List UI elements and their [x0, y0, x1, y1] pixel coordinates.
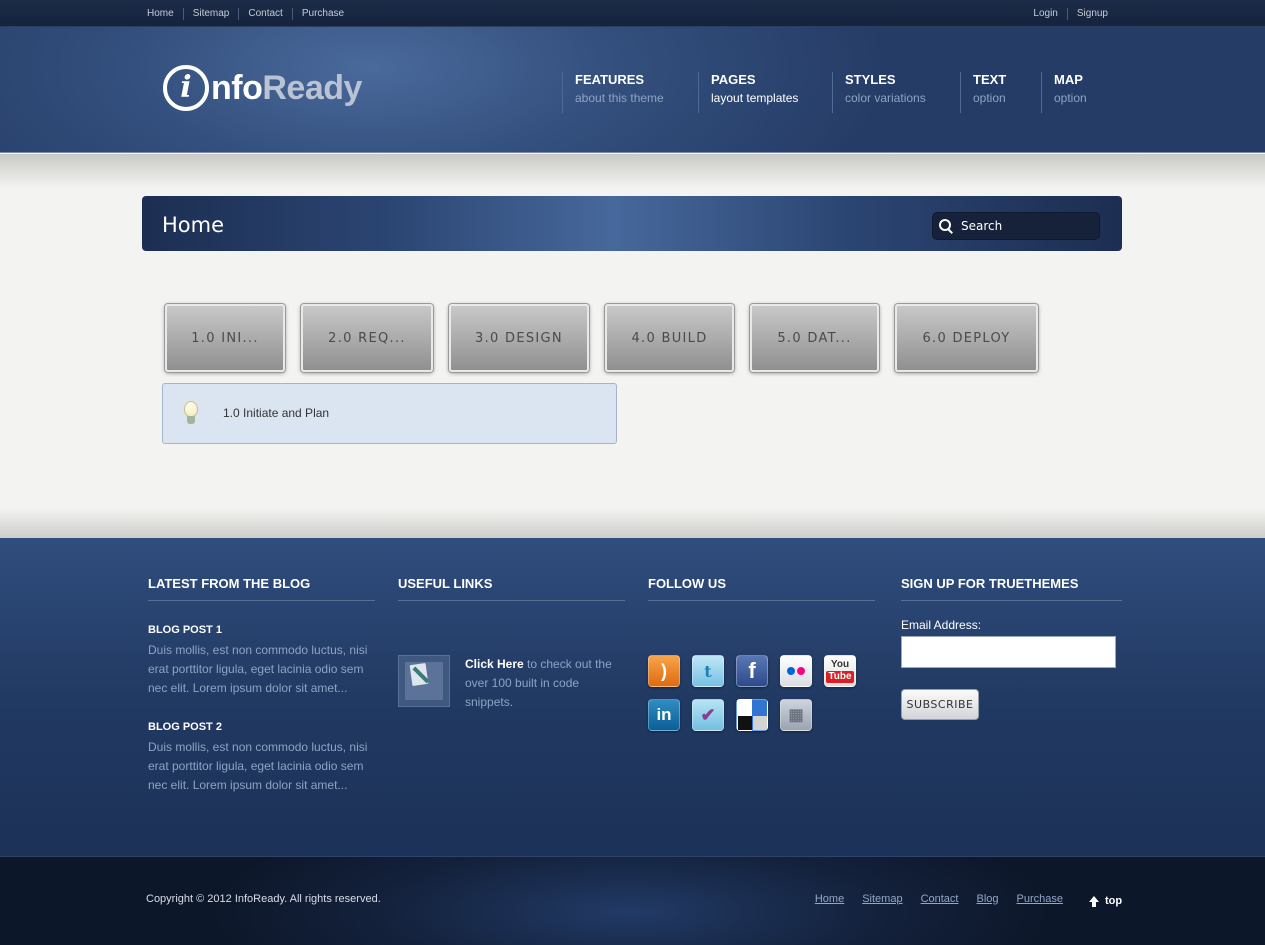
- blog-column: LATEST FROM THE BLOG BLOG POST 1 Duis mo…: [148, 576, 375, 795]
- nav-item-map[interactable]: MAP option: [1041, 72, 1111, 113]
- nav-item-text[interactable]: TEXT option: [960, 72, 1041, 113]
- signup-column: SIGN UP FOR TRUETHEMES Email Address: SU…: [901, 576, 1122, 720]
- rss-icon[interactable]: ): [648, 655, 680, 687]
- page-title: Home: [162, 213, 225, 237]
- subscribe-button[interactable]: SUBSCRIBE: [901, 689, 979, 720]
- signup-heading: SIGN UP FOR TRUETHEMES: [901, 576, 1122, 601]
- search-input[interactable]: [961, 215, 1091, 237]
- youtube-icon[interactable]: You Tube: [824, 655, 856, 687]
- nav-title: FEATURES: [575, 72, 645, 87]
- logo-text: nfoReady: [211, 69, 362, 108]
- tab-content-panel: 1.0 Initiate and Plan: [162, 383, 617, 444]
- nav-subtitle: layout templates: [711, 91, 799, 105]
- foursquare-icon[interactable]: ✔: [692, 699, 724, 731]
- email-label: Email Address:: [901, 618, 982, 632]
- page-title-bar: Home: [142, 196, 1122, 251]
- click-here-link[interactable]: Click Here: [465, 657, 524, 671]
- logo-text-part1: nfo: [211, 68, 263, 107]
- nav-title: PAGES: [711, 72, 756, 87]
- tab-data[interactable]: 5.0 DAT...: [750, 304, 879, 372]
- arrow-up-icon: [1089, 895, 1099, 907]
- bottom-link-blog[interactable]: Blog: [976, 893, 998, 905]
- content-bottom-shade: [0, 508, 1265, 538]
- follow-us-heading: FOLLOW US: [648, 576, 875, 601]
- blog-post-excerpt: Duis mollis, est non commodo luctus, nis…: [148, 643, 368, 695]
- nav-item-styles[interactable]: STYLES color variations: [832, 72, 960, 113]
- bottom-links: Home Sitemap Contact Blog Purchase: [797, 893, 1063, 905]
- logo-text-part2: Ready: [262, 68, 362, 107]
- nav-item-features[interactable]: FEATURES about this theme: [562, 72, 698, 113]
- top-link-purchase[interactable]: Purchase: [291, 7, 353, 20]
- bottom-bar: Copyright © 2012 InfoReady. All rights r…: [0, 856, 1265, 945]
- tab-requirements[interactable]: 2.0 REQ...: [301, 304, 433, 372]
- linkedin-icon[interactable]: in: [648, 699, 680, 731]
- bottom-link-purchase[interactable]: Purchase: [1017, 893, 1063, 905]
- facebook-icon[interactable]: f: [736, 655, 768, 687]
- content-top-shade: [0, 154, 1265, 188]
- flickr-icon[interactable]: [780, 655, 812, 687]
- top-utility-bar: Home Sitemap Contact Purchase Login Sign…: [0, 0, 1265, 27]
- back-to-top-link[interactable]: top: [1089, 895, 1122, 907]
- twitter-icon[interactable]: t: [692, 655, 724, 687]
- nav-title: MAP: [1054, 72, 1083, 87]
- back-to-top-label: top: [1105, 895, 1123, 907]
- main-navigation: FEATURES about this theme PAGES layout t…: [562, 72, 1111, 113]
- delicious-icon[interactable]: [736, 699, 768, 731]
- signup-link[interactable]: Signup: [1066, 7, 1108, 20]
- top-right-links: Login Signup: [1033, 0, 1108, 27]
- login-link[interactable]: Login: [1033, 8, 1066, 20]
- bottom-link-home[interactable]: Home: [815, 893, 844, 905]
- tab-content-text: 1.0 Initiate and Plan: [223, 406, 330, 420]
- tab-design[interactable]: 3.0 DESIGN: [449, 304, 589, 372]
- nav-item-pages[interactable]: PAGES layout templates: [698, 72, 832, 113]
- top-link-sitemap[interactable]: Sitemap: [182, 7, 239, 20]
- search-icon[interactable]: [939, 219, 953, 233]
- nav-title: STYLES: [845, 72, 896, 87]
- lightbulb-icon: [183, 401, 199, 427]
- nav-subtitle: color variations: [845, 91, 926, 105]
- site-footer: LATEST FROM THE BLOG BLOG POST 1 Duis mo…: [0, 538, 1265, 856]
- digg-icon[interactable]: ▦: [780, 699, 812, 731]
- tab-build[interactable]: 4.0 BUILD: [605, 304, 734, 372]
- blog-post-title[interactable]: BLOG POST 1: [148, 624, 375, 637]
- blog-post-title[interactable]: BLOG POST 2: [148, 721, 375, 734]
- site-header: i nfoReady FEATURES about this theme PAG…: [0, 27, 1265, 153]
- top-left-links: Home Sitemap Contact Purchase: [147, 0, 353, 27]
- email-field[interactable]: [901, 636, 1116, 668]
- follow-us-column: FOLLOW US ) t f You Tube in ✔ ▦: [648, 576, 875, 736]
- top-link-contact[interactable]: Contact: [238, 7, 291, 20]
- snippets-text: Click Here to check out the over 100 bui…: [465, 655, 625, 712]
- nav-subtitle: option: [973, 91, 1006, 105]
- logo-info-icon: i: [163, 65, 209, 111]
- copyright-text: Copyright © 2012 InfoReady. All rights r…: [146, 893, 381, 905]
- bottom-link-sitemap[interactable]: Sitemap: [862, 893, 902, 905]
- bottom-link-contact[interactable]: Contact: [921, 893, 959, 905]
- nav-subtitle: about this theme: [575, 91, 664, 105]
- tab-initiate[interactable]: 1.0 INI...: [165, 304, 285, 372]
- useful-links-heading: USEFUL LINKS: [398, 576, 625, 601]
- blog-post-excerpt: Duis mollis, est non commodo luctus, nis…: [148, 740, 368, 792]
- code-snippet-icon: [398, 655, 450, 707]
- blog-heading: LATEST FROM THE BLOG: [148, 576, 375, 601]
- top-link-home[interactable]: Home: [147, 8, 183, 20]
- search-box[interactable]: [932, 212, 1100, 240]
- nav-subtitle: option: [1054, 91, 1087, 105]
- site-logo[interactable]: i nfoReady: [163, 65, 362, 111]
- tab-deploy[interactable]: 6.0 DEPLOY: [895, 304, 1038, 372]
- nav-title: TEXT: [973, 72, 1007, 87]
- useful-links-column: USEFUL LINKS Click Here to check out the…: [398, 576, 625, 716]
